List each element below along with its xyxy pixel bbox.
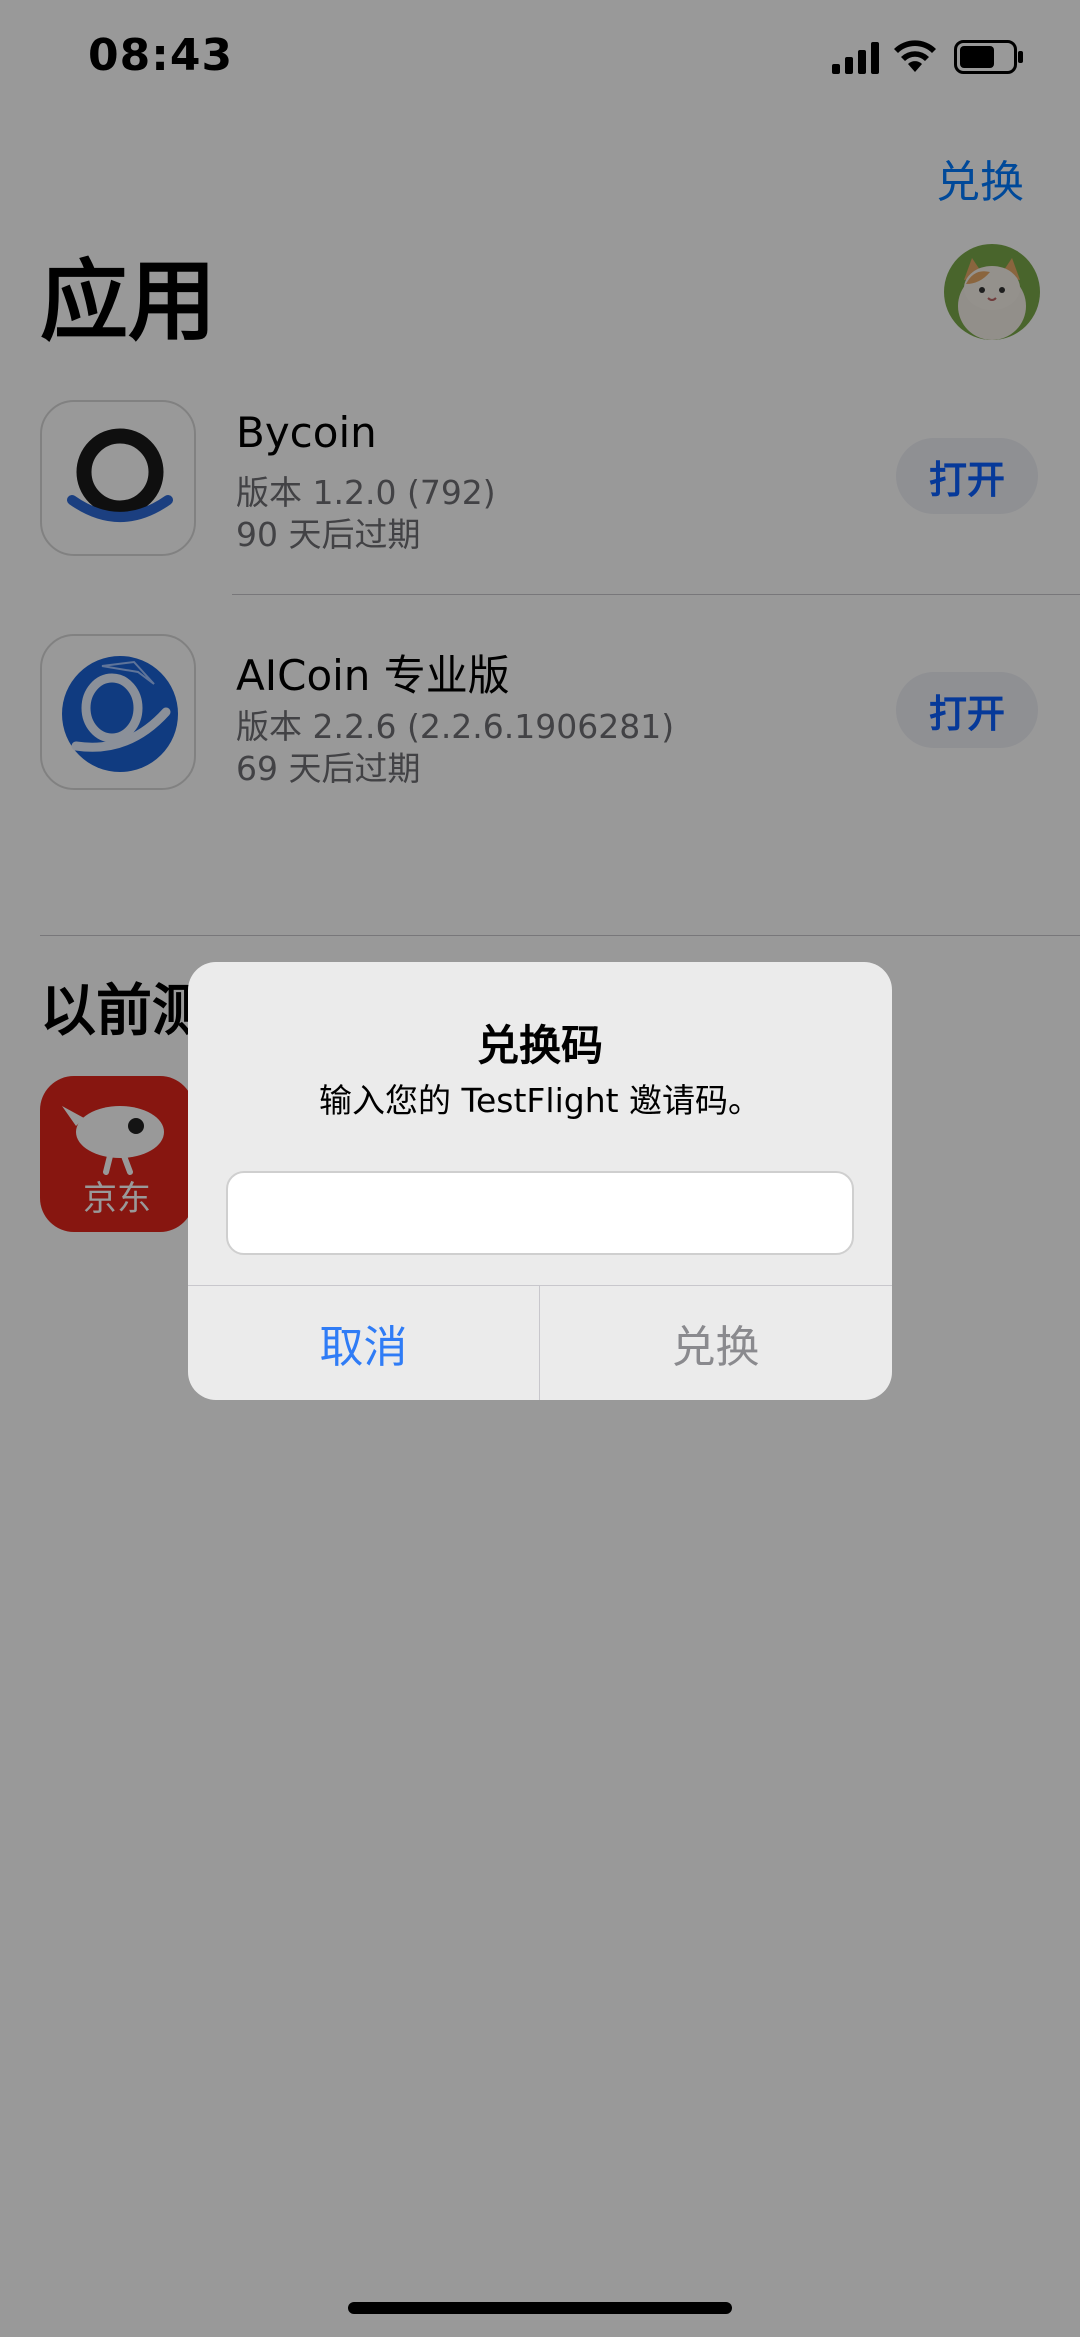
redeem-code-input[interactable]	[226, 1171, 854, 1255]
alert-title: 兑换码	[476, 1021, 603, 1070]
cancel-button[interactable]: 取消	[188, 1286, 539, 1400]
home-indicator[interactable]	[348, 2302, 732, 2314]
redeem-button[interactable]: 兑换	[540, 1286, 891, 1400]
redeem-code-alert: 兑换码 输入您的 TestFlight 邀请码。 取消 兑换	[188, 962, 892, 1400]
alert-message: 输入您的 TestFlight 邀请码。	[318, 1081, 762, 1120]
testflight-screen: 08:43 兑换 应用 Bycoin 版本 1.2.0 (792) 90 天后过…	[0, 0, 1080, 2337]
